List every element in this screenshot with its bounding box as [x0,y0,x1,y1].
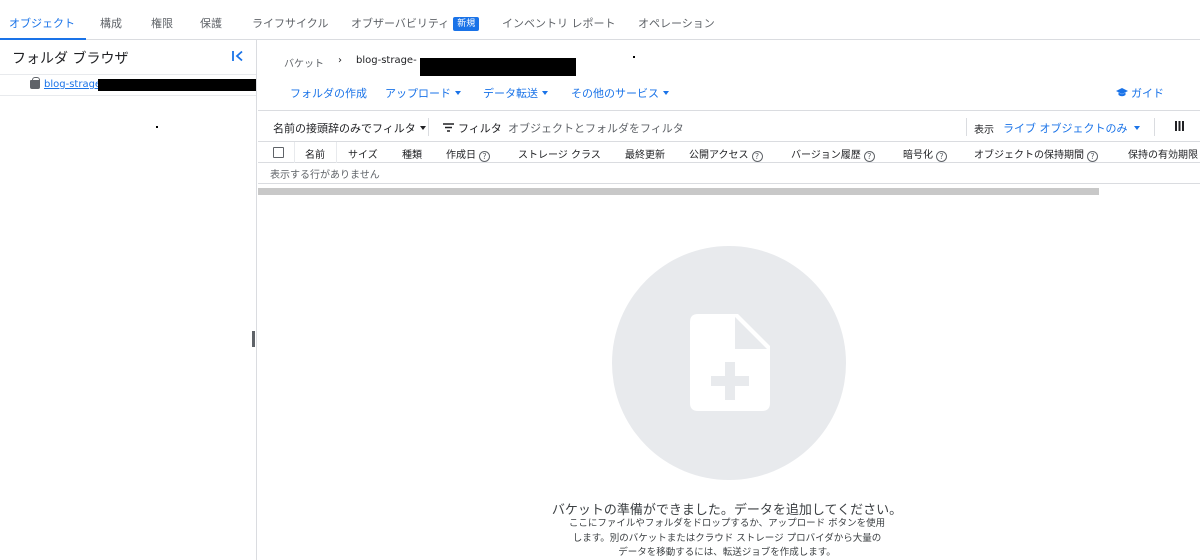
column-header-label: バージョン履歴 [791,150,861,161]
tab-observability[interactable]: オブザーバビリティ 新規 [351,0,480,40]
column-header-label: 公開アクセス [689,150,749,161]
help-icon[interactable]: ? [751,151,763,162]
column-header[interactable]: サイズ [348,146,378,161]
column-header[interactable]: 公開アクセス? [689,146,763,162]
empty-state-line: ここにファイルやフォルダをドロップするか、アップロード ボタンを使用 [568,518,886,529]
tab-objects[interactable]: オブジェクト [0,0,86,40]
sidebar-item-bucket[interactable]: blog-strage- [0,74,256,96]
bucket-icon [30,77,40,89]
column-header[interactable]: 最終更新 [625,146,665,161]
tab-operations[interactable]: オペレーション [638,0,715,40]
view-label: 表示 [974,125,994,136]
other-services-label: その他のサービス [571,87,659,100]
redaction-bar [98,79,256,91]
collapse-left-icon[interactable] [231,49,245,65]
create-folder-button[interactable]: フォルダの作成 [290,85,367,101]
redaction-bar [420,58,576,76]
column-header[interactable]: オブジェクトの保持期間? [974,146,1098,162]
new-badge: 新規 [453,17,480,31]
divider [428,118,429,136]
breadcrumb-separator-icon: › [338,55,342,66]
column-header-label: オブジェクトの保持期間 [974,150,1084,161]
school-icon [1116,88,1128,97]
column-display-icon[interactable] [1175,121,1184,134]
folder-browser: フォルダ ブラウザ blog-strage- [0,40,257,560]
transfer-label: データ転送 [483,87,538,100]
chevron-down-icon [542,91,548,95]
folder-browser-title: フォルダ ブラウザ [12,51,129,67]
empty-table-message: 表示する行がありません [270,170,380,181]
column-header[interactable]: ストレージ クラス [518,146,601,161]
horizontal-scrollbar[interactable] [258,188,1099,195]
empty-state-description: ここにファイルやフォルダをドロップするか、アップロード ボタンを使用 します。別… [552,517,902,560]
column-header-label: 作成日 [446,150,476,161]
upload-button[interactable]: アップロード [385,85,461,101]
prefix-filter-dropdown[interactable]: 名前の接頭辞のみでフィルタ [273,120,426,136]
column-header[interactable]: 暗号化? [903,146,947,162]
filter-bar: 名前の接頭辞のみでフィルタ フィルタ オブジェクトとフォルダをフィルタ 表示 ラ… [258,110,1200,142]
filter-icon [443,123,454,132]
divider [258,183,1200,184]
tab-config[interactable]: 構成 [100,0,122,40]
guide-label: ガイド [1131,87,1164,100]
help-icon[interactable]: ? [863,151,875,162]
column-divider [294,142,295,163]
chevron-down-icon [455,91,461,95]
tab-permissions[interactable]: 権限 [151,0,173,40]
column-header[interactable]: 種類 [402,146,422,161]
transfer-button[interactable]: データ転送 [483,85,548,101]
column-header-label: 暗号化 [903,150,933,161]
empty-state-line: します。別のバケットまたはクラウド ストレージ プロバイダから大量の [572,532,882,544]
stray-dot [156,126,158,128]
help-icon[interactable]: ? [1087,151,1098,162]
chevron-down-icon [1133,126,1140,130]
empty-state-line: データを移動するには、転送ジョブを作成します。 [618,547,836,558]
tab-bar: オブジェクト 構成 権限 保護 ライフサイクル オブザーバビリティ 新規 インベン… [0,0,1200,40]
tab-protection[interactable]: 保護 [200,0,222,40]
chevron-down-icon [663,91,669,95]
column-divider [336,142,337,163]
filter-input[interactable]: オブジェクトとフォルダをフィルタ [508,120,684,136]
sidebar-resize-handle[interactable] [252,331,255,347]
tab-inventory-reports[interactable]: インベントリ レポート [502,0,616,40]
view-value: ライブ オブジェクトのみ [1003,122,1128,135]
upload-label: アップロード [385,87,451,100]
help-icon[interactable]: ? [936,151,947,162]
sidebar-bucket-link[interactable]: blog-strage- [44,79,105,90]
column-header[interactable]: バージョン履歴? [791,146,875,162]
prefix-filter-label: 名前の接頭辞のみでフィルタ [273,122,416,135]
tab-observability-label: オブザーバビリティ [351,17,450,30]
column-header[interactable]: 作成日? [446,146,490,162]
divider [1154,118,1155,136]
add-file-icon [690,314,770,411]
view-dropdown[interactable]: ライブ オブジェクトのみ [1003,120,1140,136]
table-header: 名前 サイズ 種類 作成日? ストレージ クラス 最終更新 公開アクセス? バー… [258,141,1200,163]
column-header[interactable]: 保持の有効期限 [1128,146,1198,161]
filter-label: フィルタ [458,122,502,135]
divider [966,118,967,136]
help-icon[interactable]: ? [479,151,490,162]
tab-lifecycle[interactable]: ライフサイクル [252,0,328,40]
stray-dot [633,56,635,58]
chevron-down-icon [419,126,426,130]
tab-objects-label: オブジェクト [9,17,75,30]
empty-state-title: バケットの準備ができました。データを追加してください。 [551,503,903,518]
select-all-checkbox[interactable] [273,147,284,158]
breadcrumb-bucket: blog-strage- [356,55,417,66]
empty-state-illustration [612,246,846,480]
breadcrumb-root[interactable]: バケット [284,55,324,70]
guide-button[interactable]: ガイド [1116,85,1164,101]
other-services-button[interactable]: その他のサービス [571,85,669,101]
filter-button[interactable]: フィルタ [443,120,502,136]
column-header[interactable]: 名前 [305,146,325,161]
